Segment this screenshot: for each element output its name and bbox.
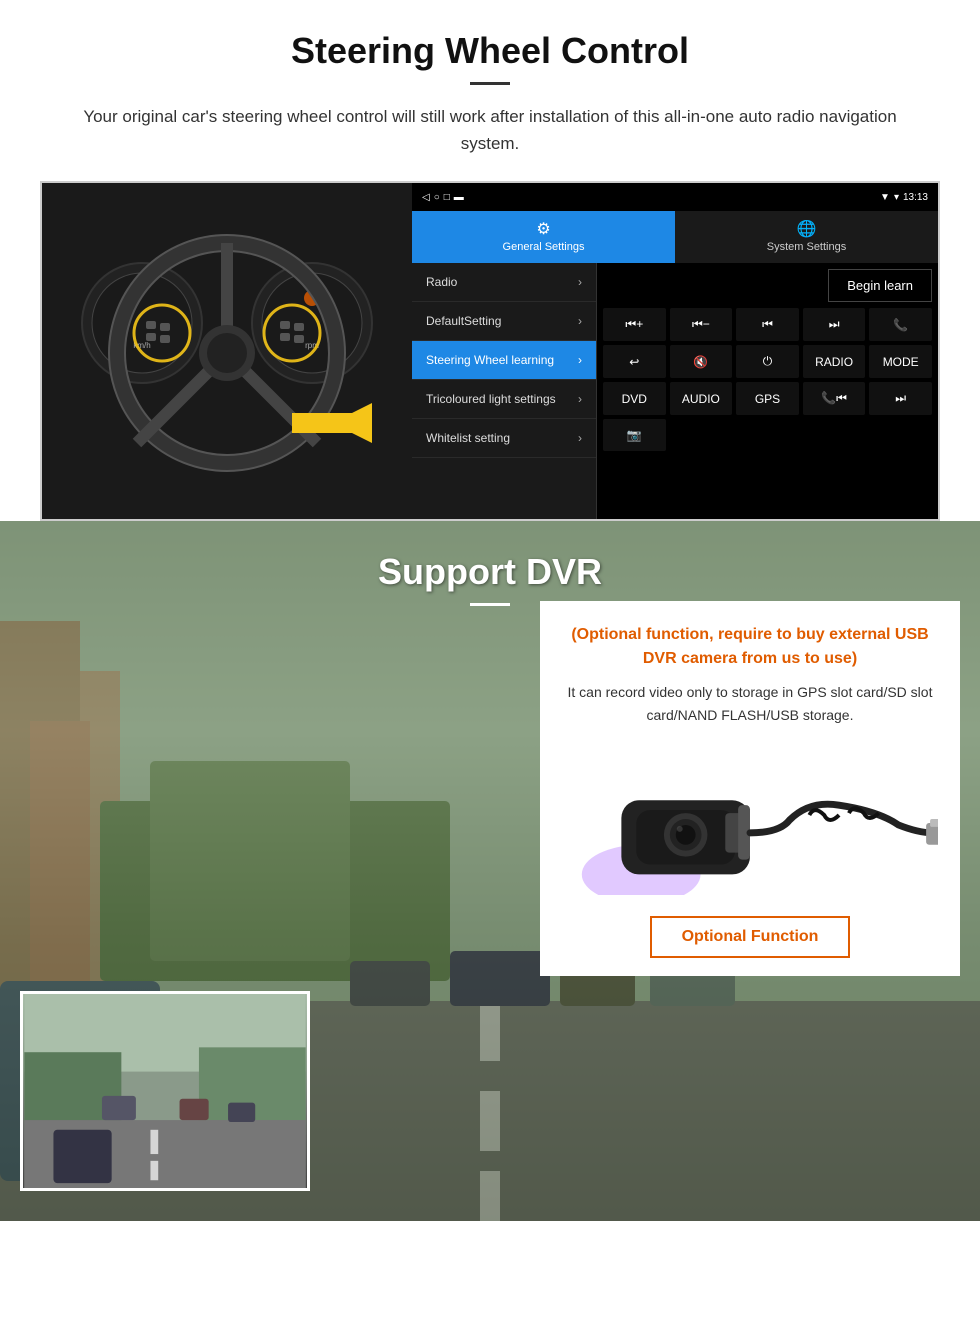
ctrl-vol-down[interactable]: ⏮− (670, 308, 733, 341)
ctrl-dvd[interactable]: DVD (603, 382, 666, 415)
ctrl-audio[interactable]: AUDIO (670, 382, 733, 415)
ctrl-vol-up[interactable]: ⏮+ (603, 308, 666, 341)
android-ui-panel: ◁ ○ □ ▬ ▼ ▾ 13:13 ⚙ General Settings (412, 183, 938, 519)
chevron-icon: › (578, 275, 582, 289)
dvr-camera-svg (562, 745, 938, 895)
chevron-icon: › (578, 353, 582, 367)
ctrl-prev[interactable]: ⏮ (736, 308, 799, 341)
steering-wheel-section: Steering Wheel Control Your original car… (0, 0, 980, 521)
begin-learn-row: Begin learn (603, 269, 932, 302)
android-tabs: ⚙ General Settings 🌐 System Settings (412, 211, 938, 263)
general-settings-icon: ⚙ (416, 219, 671, 239)
ctrl-phone[interactable]: 📞 (869, 308, 932, 341)
settings-menu-list: Radio › DefaultSetting › Steering Wheel … (412, 263, 597, 519)
dvr-camera-image (562, 740, 938, 900)
control-buttons-grid: ⏮+ ⏮− ⏮ ⏭ 📞 ↩ 🔇 ⏻ RADIO MODE DVD AUDIO G… (603, 308, 932, 451)
ctrl-radio[interactable]: RADIO (803, 345, 866, 378)
menu-whitelist-label: Whitelist setting (426, 431, 510, 445)
ctrl-mute[interactable]: 🔇 (670, 345, 733, 378)
recents-icon: □ (444, 192, 450, 203)
menu-radio-label: Radio (426, 275, 457, 289)
statusbar-status-icons: ▼ ▾ 13:13 (880, 192, 928, 203)
dvr-title: Support DVR (0, 551, 980, 593)
dvr-background: Support DVR (0, 521, 980, 1221)
chevron-icon: › (578, 314, 582, 328)
ctrl-phone-prev[interactable]: 📞⏮ (803, 382, 866, 415)
menu-icon: ▬ (454, 192, 464, 203)
tab-system-settings[interactable]: 🌐 System Settings (675, 211, 938, 263)
begin-learn-button[interactable]: Begin learn (828, 269, 932, 302)
wifi-icon: ▾ (894, 192, 899, 203)
steering-description: Your original car's steering wheel contr… (60, 103, 920, 157)
ctrl-next-alt[interactable]: ⏭ (869, 382, 932, 415)
dvr-optional-title: (Optional function, require to buy exter… (562, 623, 938, 671)
menu-steering-label: Steering Wheel learning (426, 353, 554, 367)
ctrl-mode[interactable]: MODE (869, 345, 932, 378)
ctrl-gps[interactable]: GPS (736, 382, 799, 415)
menu-item-tricoloured[interactable]: Tricoloured light settings › (412, 380, 596, 419)
menu-tricoloured-label: Tricoloured light settings (426, 392, 556, 406)
menu-item-radio[interactable]: Radio › (412, 263, 596, 302)
dvr-info-card: (Optional function, require to buy exter… (540, 601, 960, 976)
dvr-screenshot-thumbnail (20, 991, 310, 1191)
android-body: Radio › DefaultSetting › Steering Wheel … (412, 263, 938, 519)
system-settings-icon: 🌐 (679, 219, 934, 239)
android-statusbar: ◁ ○ □ ▬ ▼ ▾ 13:13 (412, 183, 938, 211)
signal-icon: ▼ (880, 192, 890, 203)
steering-wheel-photo: km/h rpm (42, 183, 412, 521)
steering-demo-area: km/h rpm (40, 181, 940, 521)
back-icon: ◁ (422, 192, 430, 203)
steering-title: Steering Wheel Control (40, 30, 940, 72)
chevron-icon: › (578, 392, 582, 406)
dvr-title-divider (470, 603, 510, 606)
tab-general-label: General Settings (503, 241, 585, 253)
dvr-screenshot-inner (23, 994, 307, 1188)
menu-item-steering-wheel-learning[interactable]: Steering Wheel learning › (412, 341, 596, 380)
optional-function-button[interactable]: Optional Function (650, 916, 851, 958)
steering-control-panel: Begin learn ⏮+ ⏮− ⏮ ⏭ 📞 ↩ 🔇 ⏻ RADIO MODE… (597, 263, 938, 519)
menu-item-whitelist[interactable]: Whitelist setting › (412, 419, 596, 458)
menu-item-default-setting[interactable]: DefaultSetting › (412, 302, 596, 341)
ctrl-power[interactable]: ⏻ (736, 345, 799, 378)
home-icon: ○ (434, 192, 440, 203)
tab-general-settings[interactable]: ⚙ General Settings (412, 211, 675, 263)
statusbar-nav-icons: ◁ ○ □ ▬ (422, 192, 464, 203)
menu-default-label: DefaultSetting (426, 314, 501, 328)
steering-wheel-svg: km/h rpm (62, 203, 392, 503)
dvr-description: It can record video only to storage in G… (562, 681, 938, 726)
title-divider (470, 82, 510, 85)
time-display: 13:13 (903, 192, 928, 203)
ctrl-next[interactable]: ⏭ (803, 308, 866, 341)
ctrl-dvr[interactable]: 📷 (603, 419, 666, 451)
dvr-camera-view-svg (23, 994, 307, 1188)
dvr-title-area: Support DVR (0, 521, 980, 606)
ctrl-hang-up[interactable]: ↩ (603, 345, 666, 378)
tab-system-label: System Settings (767, 241, 846, 253)
support-dvr-section: Support DVR (0, 521, 980, 1221)
chevron-icon: › (578, 431, 582, 445)
